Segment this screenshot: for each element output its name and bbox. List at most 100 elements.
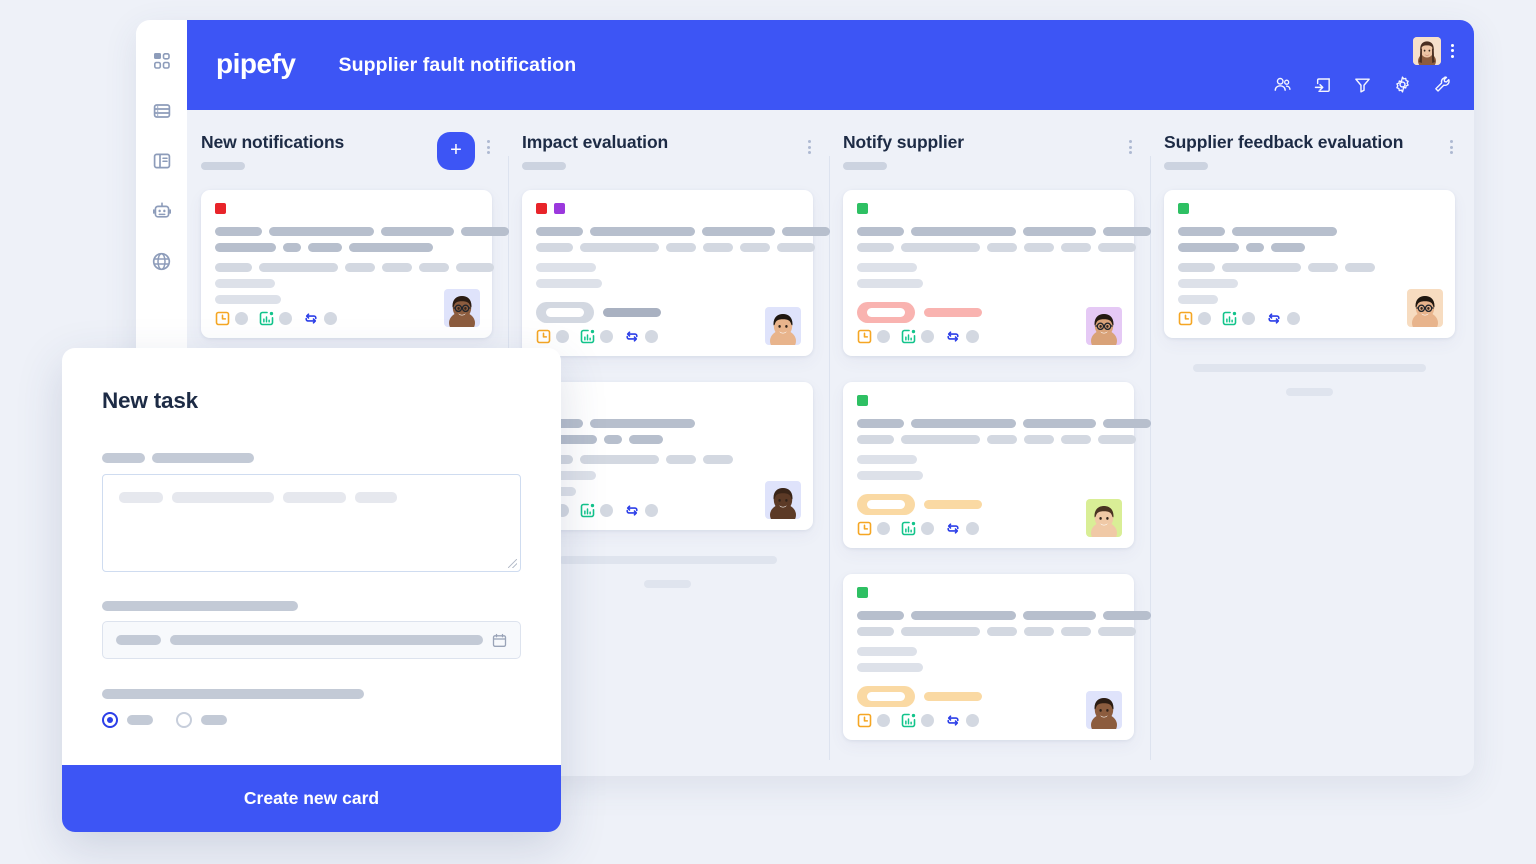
- column-title: New notifications: [201, 132, 345, 152]
- clock-box-icon[interactable]: [857, 713, 872, 728]
- board-card[interactable]: [843, 382, 1151, 548]
- text-skeleton-bar: [215, 263, 252, 272]
- card-text-skeleton-row: [857, 435, 1136, 444]
- board-card[interactable]: [843, 574, 1151, 740]
- board-card[interactable]: [1164, 190, 1455, 338]
- card-meta-skeleton: [877, 522, 890, 535]
- clock-box-icon[interactable]: [857, 329, 872, 344]
- gear-icon[interactable]: [1393, 75, 1412, 94]
- filter-icon[interactable]: [1353, 75, 1372, 94]
- card-assignee-avatar[interactable]: [765, 481, 801, 519]
- add-card-button[interactable]: +: [437, 132, 475, 170]
- sidebar-item-automations[interactable]: [149, 198, 175, 224]
- repeat-flow-icon[interactable]: [945, 521, 961, 536]
- card-assignee-avatar[interactable]: [1086, 307, 1122, 345]
- label-skeleton: [102, 601, 298, 611]
- text-skeleton-bar: [901, 627, 980, 636]
- text-skeleton-bar: [536, 263, 596, 272]
- plus-icon: +: [450, 139, 462, 161]
- card-assignee-avatar[interactable]: [1407, 289, 1443, 327]
- status-badge: [857, 686, 915, 707]
- placeholder-skeleton: [355, 492, 397, 503]
- chart-box-icon[interactable]: [580, 503, 595, 518]
- board-card[interactable]: [201, 190, 509, 338]
- modal-title: New task: [102, 388, 198, 413]
- clock-box-icon[interactable]: [536, 329, 551, 344]
- text-skeleton-bar: [349, 243, 433, 252]
- clock-box-icon[interactable]: [215, 311, 230, 326]
- sidebar-item-portal[interactable]: [149, 248, 175, 274]
- card-labels: [857, 203, 1120, 214]
- board-card[interactable]: [522, 382, 813, 530]
- text-skeleton-bar: [857, 435, 894, 444]
- due-date-field[interactable]: [102, 621, 521, 659]
- kebab-menu-icon[interactable]: [1449, 42, 1456, 60]
- column-menu-icon[interactable]: [1448, 138, 1455, 156]
- text-skeleton-bar: [1308, 263, 1338, 272]
- text-skeleton-bar: [740, 243, 770, 252]
- card-text-skeleton-row: [857, 419, 1151, 428]
- modal-body: New task: [62, 348, 561, 765]
- repeat-flow-icon[interactable]: [624, 329, 640, 344]
- placeholder-skeleton: [119, 492, 163, 503]
- members-icon[interactable]: [1273, 75, 1292, 94]
- radio-option-unselected[interactable]: [176, 712, 192, 728]
- board-card[interactable]: [843, 190, 1151, 356]
- wrench-icon[interactable]: [1433, 75, 1452, 94]
- text-skeleton-bar: [857, 627, 894, 636]
- column-title: Impact evaluation: [522, 132, 669, 152]
- column-menu-icon[interactable]: [485, 138, 492, 156]
- status-badge-bar: [603, 308, 661, 317]
- card-assignee-avatar[interactable]: [444, 289, 480, 327]
- text-skeleton-bar: [1345, 263, 1375, 272]
- repeat-flow-icon[interactable]: [303, 311, 319, 326]
- sidebar-item-reports[interactable]: [149, 148, 175, 174]
- calendar-icon[interactable]: [492, 633, 507, 648]
- card-text-skeleton-row: [1178, 295, 1441, 304]
- card-labels: [536, 203, 799, 214]
- text-skeleton-bar: [857, 419, 904, 428]
- sidebar-item-dashboard[interactable]: [149, 48, 175, 74]
- text-skeleton-bar: [1178, 279, 1238, 288]
- clock-box-icon[interactable]: [857, 521, 872, 536]
- card-assignee-avatar[interactable]: [1086, 499, 1122, 537]
- column-menu-icon[interactable]: [1127, 138, 1134, 156]
- clock-box-icon[interactable]: [1178, 311, 1193, 326]
- description-textarea[interactable]: [102, 474, 521, 572]
- repeat-flow-icon[interactable]: [945, 329, 961, 344]
- text-skeleton-bar: [590, 419, 695, 428]
- radio-option-selected[interactable]: [102, 712, 118, 728]
- text-skeleton-bar: [1246, 243, 1264, 252]
- column-loading-skeleton: [558, 556, 777, 564]
- card-text-skeleton-row: [857, 647, 1120, 656]
- resize-handle[interactable]: [508, 559, 517, 568]
- chart-box-icon[interactable]: [1222, 311, 1237, 326]
- card-assignee-avatar[interactable]: [1086, 691, 1122, 729]
- card-meta-skeleton: [600, 330, 613, 343]
- card-meta-skeleton: [877, 330, 890, 343]
- create-new-card-button[interactable]: Create new card: [62, 765, 561, 832]
- chart-box-icon[interactable]: [259, 311, 274, 326]
- column-menu-icon[interactable]: [806, 138, 813, 156]
- board-card[interactable]: [522, 190, 830, 356]
- text-skeleton-bar: [1024, 627, 1054, 636]
- sidebar-item-database[interactable]: [149, 98, 175, 124]
- text-skeleton-bar: [857, 227, 904, 236]
- archive-in-icon[interactable]: [1313, 75, 1332, 94]
- repeat-flow-icon[interactable]: [1266, 311, 1282, 326]
- repeat-flow-icon[interactable]: [945, 713, 961, 728]
- chart-box-icon[interactable]: [901, 521, 916, 536]
- column-title-wrap: Notify supplier: [843, 132, 1127, 170]
- text-skeleton-bar: [911, 419, 1016, 428]
- text-skeleton-bar: [1103, 419, 1151, 428]
- chart-box-icon[interactable]: [580, 329, 595, 344]
- chart-box-icon[interactable]: [901, 329, 916, 344]
- topbar: pipefy Supplier fault notification: [187, 20, 1474, 110]
- avatar[interactable]: [1413, 36, 1441, 65]
- repeat-flow-icon[interactable]: [624, 503, 640, 518]
- pipefy-logo[interactable]: pipefy: [216, 50, 296, 78]
- chart-box-icon[interactable]: [901, 713, 916, 728]
- card-text-skeleton-row: [536, 419, 799, 428]
- card-assignee-avatar[interactable]: [765, 307, 801, 345]
- text-skeleton-bar: [857, 611, 904, 620]
